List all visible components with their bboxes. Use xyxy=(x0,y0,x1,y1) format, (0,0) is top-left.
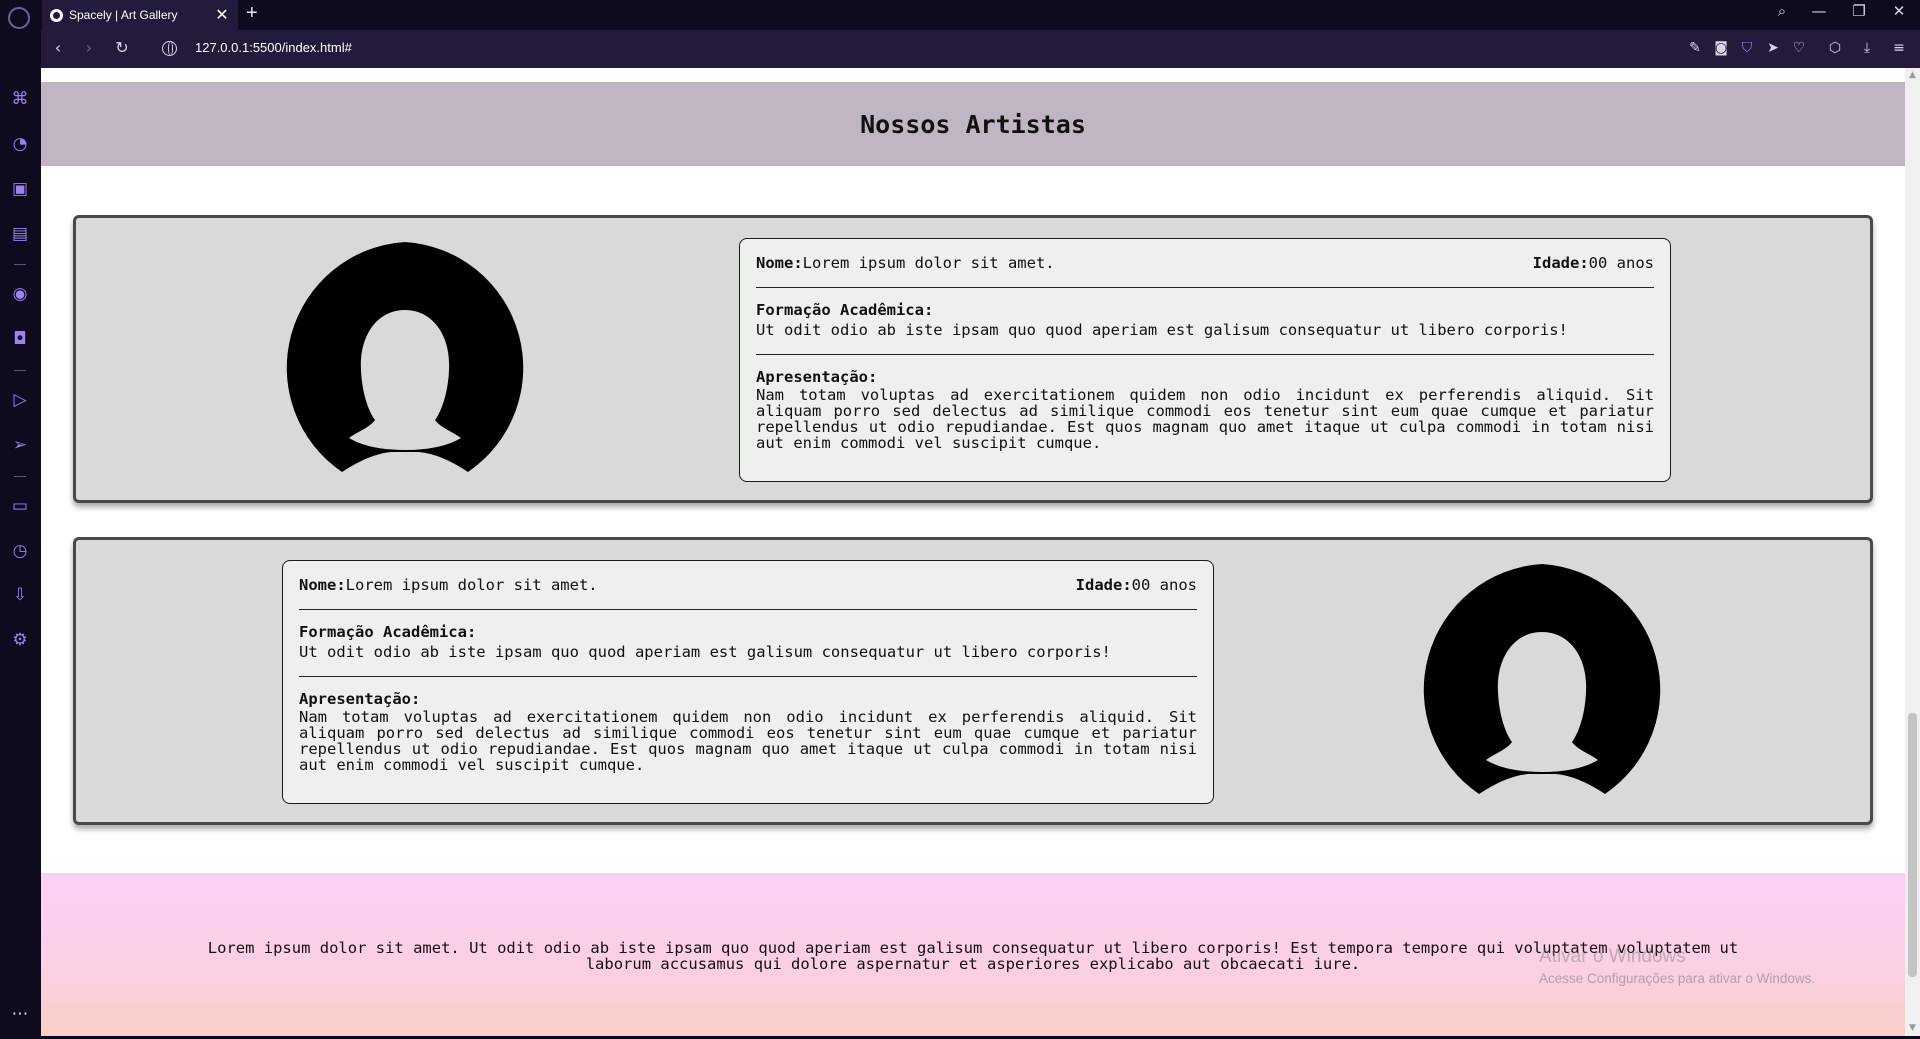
new-tab-button[interactable]: + xyxy=(246,2,258,25)
browser-logo-icon[interactable] xyxy=(8,7,30,29)
page-footer: Lorem ipsum dolor sit amet. Ut odit odio… xyxy=(41,873,1905,1036)
twitch-icon[interactable]: ▤ xyxy=(8,222,32,246)
settings-icon[interactable]: ⚙ xyxy=(8,628,32,652)
minimize-button[interactable]: — xyxy=(1804,2,1834,20)
scroll-up-icon[interactable]: ▲ xyxy=(1908,70,1917,80)
artist-age: 00 anos xyxy=(1131,576,1197,594)
play-icon[interactable]: ▷ xyxy=(8,388,32,412)
footer-text: Lorem ipsum dolor sit amet. Ut odit odio… xyxy=(207,939,1739,973)
shield-icon[interactable]: ⛉ xyxy=(1738,40,1756,56)
send-icon[interactable]: ➢ xyxy=(8,433,32,457)
site-info-icon[interactable] xyxy=(162,41,177,56)
sidebar-divider xyxy=(14,264,26,265)
presentation-label: Apresentação: xyxy=(756,368,878,386)
cast-icon[interactable]: ▭ xyxy=(8,494,32,518)
tab-title: Spacely | Art Gallery xyxy=(69,8,178,22)
artist-name: Lorem ipsum dolor sit amet. xyxy=(345,576,598,594)
url-field[interactable]: 127.0.0.1:5500/index.html# xyxy=(195,40,352,55)
address-bar: ‹ › ↻ 127.0.0.1:5500/index.html# ✎ ◙ ⛉ ➤… xyxy=(0,30,1920,68)
browser-sidebar: ⌘ ◔ ▣ ▤ ◉ ◘ ▷ ➢ ▭ ◷ ⇩ ⚙ ⋯ xyxy=(0,30,41,1039)
page-title-band: Nossos Artistas xyxy=(41,82,1905,166)
reload-button[interactable]: ↻ xyxy=(111,38,133,57)
download-icon[interactable]: ⇩ xyxy=(8,583,32,607)
forward-button[interactable]: › xyxy=(78,38,100,57)
instagram-icon[interactable]: ◘ xyxy=(8,327,32,351)
favicon-icon xyxy=(50,8,63,22)
age-label: Idade: xyxy=(1532,254,1589,272)
restore-button[interactable]: ❐ xyxy=(1844,2,1874,20)
avatar-placeholder-icon xyxy=(1423,564,1661,794)
close-tab-icon[interactable]: ✕ xyxy=(214,5,230,25)
presentation-text: Nam totam voluptas ad exercitationem qui… xyxy=(299,708,1197,774)
name-label: Nome: xyxy=(756,254,803,272)
messenger-icon[interactable]: ◉ xyxy=(8,282,32,306)
artist-age: 00 anos xyxy=(1588,254,1654,272)
divider xyxy=(299,676,1197,677)
sidebar-divider xyxy=(14,370,26,371)
search-icon[interactable]: ⌕ xyxy=(1767,2,1797,20)
back-button[interactable]: ‹ xyxy=(47,38,69,57)
divider xyxy=(299,609,1197,610)
artist-info-box: Nome:Lorem ipsum dolor sit amet. Idade:0… xyxy=(282,560,1214,804)
age-label: Idade: xyxy=(1075,576,1132,594)
send-icon[interactable]: ➤ xyxy=(1764,40,1782,56)
gamepad-icon[interactable]: ⌘ xyxy=(8,87,32,111)
sidebar-divider xyxy=(14,476,26,477)
os-activation-watermark-title: Ativar o Windows xyxy=(1539,946,1686,967)
page-title: Nossos Artistas xyxy=(860,109,1086,139)
more-icon[interactable]: ⋯ xyxy=(8,1002,32,1026)
close-window-button[interactable]: ✕ xyxy=(1884,2,1914,20)
tab-active[interactable]: Spacely | Art Gallery ✕ xyxy=(42,0,238,30)
menu-icon[interactable]: ≡ xyxy=(1890,40,1908,56)
education-label: Formação Acadêmica: xyxy=(756,301,934,319)
divider xyxy=(756,354,1654,355)
camera-icon[interactable]: ◙ xyxy=(1712,40,1730,56)
os-activation-watermark-subtitle: Acesse Configurações para ativar o Windo… xyxy=(1539,971,1816,986)
edit-icon[interactable]: ✎ xyxy=(1686,40,1704,56)
artist-info-box: Nome:Lorem ipsum dolor sit amet. Idade:0… xyxy=(739,238,1671,482)
page-scrollbar[interactable]: ▲ ▼ xyxy=(1905,68,1920,1036)
cube-icon[interactable]: ⬡ xyxy=(1826,40,1844,56)
artist-name: Lorem ipsum dolor sit amet. xyxy=(802,254,1055,272)
divider xyxy=(756,287,1654,288)
name-label: Nome: xyxy=(299,576,346,594)
education-label: Formação Acadêmica: xyxy=(299,623,477,641)
speedometer-icon[interactable]: ◔ xyxy=(8,132,32,156)
education-text: Ut odit odio ab iste ipsam quo quod aper… xyxy=(756,321,1568,339)
bag-icon[interactable]: ▣ xyxy=(8,177,32,201)
avatar-placeholder-icon xyxy=(286,242,524,472)
title-bar: Spacely | Art Gallery ✕ + ⌕ — ❐ ✕ xyxy=(0,0,1920,30)
download-icon[interactable]: ⤓ xyxy=(1858,40,1876,56)
scrollbar-thumb[interactable] xyxy=(1908,713,1917,977)
education-text: Ut odit odio ab iste ipsam quo quod aper… xyxy=(299,643,1111,661)
scroll-down-icon[interactable]: ▼ xyxy=(1908,1023,1917,1033)
artist-card: Nome:Lorem ipsum dolor sit amet. Idade:0… xyxy=(73,215,1873,503)
presentation-label: Apresentação: xyxy=(299,690,421,708)
page-viewport: Nossos Artistas Nome:Lorem ipsum dolor s… xyxy=(41,68,1905,1036)
artist-card: Nome:Lorem ipsum dolor sit amet. Idade:0… xyxy=(73,537,1873,825)
heart-icon[interactable]: ♡ xyxy=(1790,40,1808,56)
presentation-text: Nam totam voluptas ad exercitationem qui… xyxy=(756,386,1654,452)
clock-icon[interactable]: ◷ xyxy=(8,539,32,563)
